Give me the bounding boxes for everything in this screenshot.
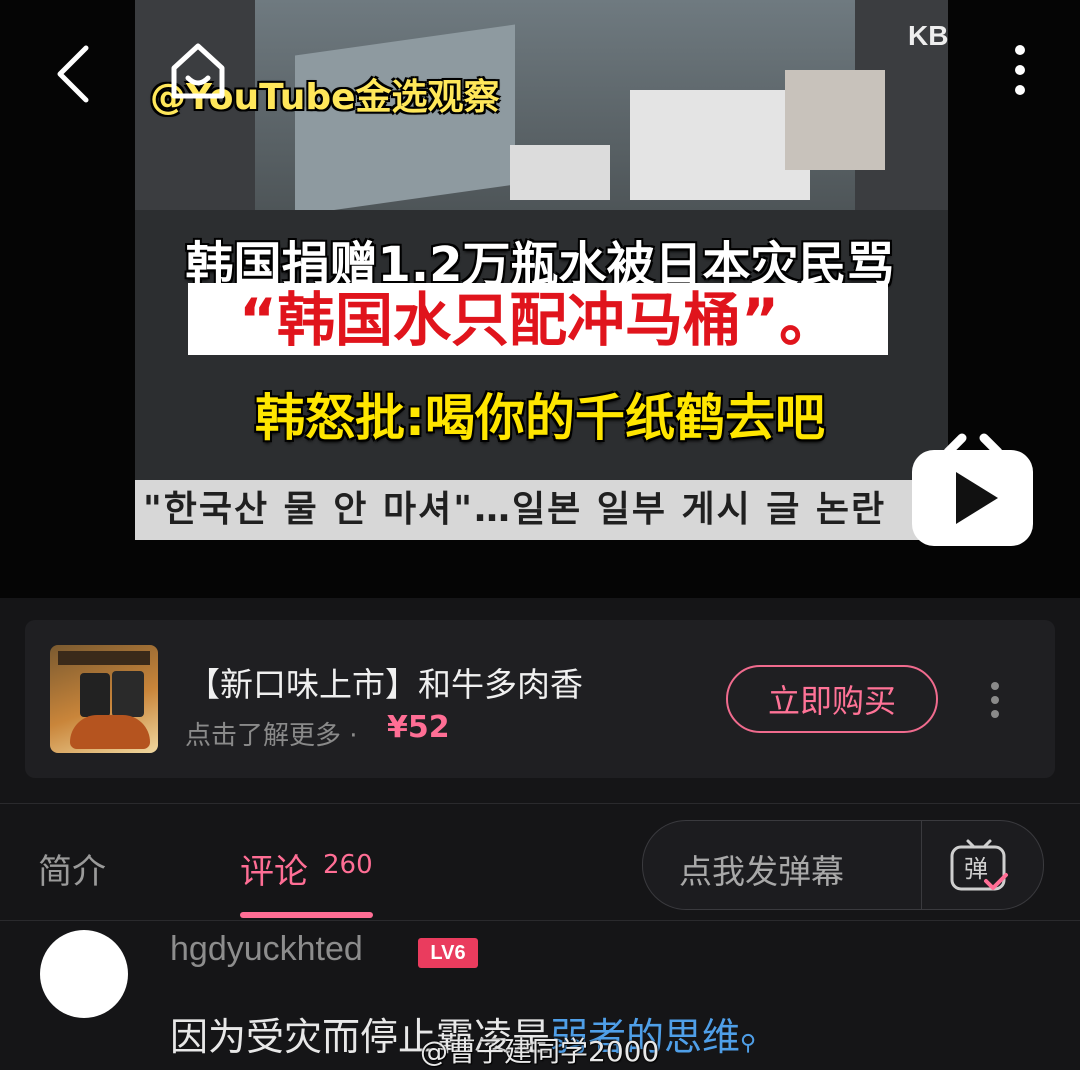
channel-badge: KB [908,20,948,51]
active-tab-indicator [240,912,373,918]
danmu-placeholder[interactable]: 点我发弹幕 [679,845,844,893]
caption-line-3: 韩怒批:喝你的千纸鹤去吧 [255,389,825,447]
buy-now-button[interactable]: 立即购买 [726,665,938,733]
home-icon[interactable] [166,38,230,102]
product-thumbnail[interactable] [50,645,158,753]
level-badge: LV6 [418,938,478,968]
bilibili-play-icon[interactable] [910,430,1035,548]
tab-bar: 简介 评论 260 点我发弹幕 弹 [0,803,1080,921]
ad-more-icon[interactable] [987,680,1003,720]
product-ad-card[interactable]: 【新口味上市】和牛多肉香 点击了解更多 · ¥52 立即购买 [25,620,1055,778]
ad-subtitle: 点击了解更多 · [185,721,358,751]
caption-line-2: “韩国水只配冲马桶”。 [238,286,838,354]
ad-price: ¥52 [387,710,450,745]
avatar[interactable] [40,930,128,1018]
danmu-input[interactable]: 点我发弹幕 弹 [642,820,1044,910]
korean-news-strip: "한국산 물 안 마셔"…일본 일부 게시 글 논란 [143,489,887,530]
more-options-icon[interactable] [1005,42,1035,102]
tab-intro[interactable]: 简介 [38,844,106,893]
comment-count: 260 [323,850,373,880]
tab-comments[interactable]: 评论 [240,844,308,893]
bottom-watermark: @曹子建同学2000 [420,1035,660,1068]
back-arrow-icon[interactable] [48,38,108,108]
danmu-toggle-icon[interactable]: 弹 [948,835,1010,895]
danmu-icon-char: 弹 [964,855,988,883]
comment-username[interactable]: hgdyuckhted [170,930,363,969]
search-icon[interactable]: ⚲ [740,1031,756,1056]
video-player[interactable]: "한국산 물 안 마셔"…일본 일부 게시 글 논란 KB @YouTube金选… [0,0,1080,598]
ad-title[interactable]: 【新口味上市】和牛多肉香 [187,658,583,706]
